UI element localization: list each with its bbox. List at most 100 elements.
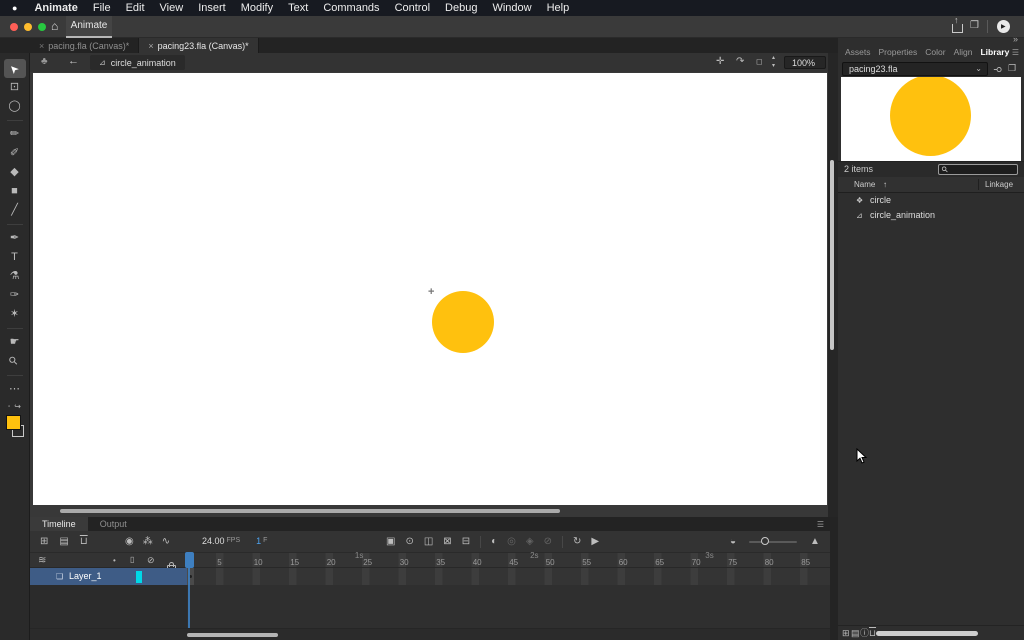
close-tab-icon[interactable]: ×	[148, 41, 153, 51]
paint-bucket-tool[interactable]: ⚗	[4, 267, 26, 286]
camera-icon[interactable]: ◉	[125, 537, 134, 547]
menu-item-file[interactable]: File	[93, 2, 111, 14]
layer-frames-track[interactable]	[187, 568, 830, 585]
document-tab[interactable]: ×pacing.fla (Canvas)*	[30, 38, 139, 53]
document-select[interactable]: pacing23.fla ⌄	[842, 62, 988, 76]
timeline-panel-menu-icon[interactable]: ☰	[817, 520, 824, 529]
eraser-tool[interactable]: ◆	[4, 163, 26, 182]
library-item[interactable]: ⊿circle_animation	[838, 208, 1024, 223]
library-search-input[interactable]: ⚲	[938, 164, 1018, 175]
frame-ruler[interactable]: 5101520253035404550556065707580851s2s3s	[187, 553, 830, 567]
library-scrollbar[interactable]	[876, 631, 978, 636]
slider-knob[interactable]	[761, 537, 769, 545]
new-library-panel-icon[interactable]: ❐	[1008, 63, 1016, 74]
workspace-icon[interactable]: ❐	[970, 20, 979, 31]
menu-item-help[interactable]: Help	[547, 2, 570, 14]
pin-library-icon[interactable]: ⚲	[992, 66, 1003, 73]
delete-icon[interactable]: ⊔	[80, 537, 88, 547]
yellow-circle-shape[interactable]	[432, 291, 494, 353]
column-name[interactable]: Name	[854, 177, 875, 192]
swap-arrow-icon[interactable]: ↪	[14, 402, 21, 411]
line-tool[interactable]: ╱	[4, 201, 26, 220]
menu-item-modify[interactable]: Modify	[241, 2, 273, 14]
step-down-icon[interactable]: ▾	[772, 62, 775, 70]
more-tools[interactable]: ⋯	[4, 380, 26, 399]
insert-blank-keyframe-icon[interactable]: ⊙	[405, 537, 413, 547]
home-icon[interactable]: ⌂	[51, 19, 58, 33]
menu-item-control[interactable]: Control	[395, 2, 430, 14]
column-linkage[interactable]: Linkage	[985, 177, 1013, 192]
lasso-tool[interactable]: ◯	[4, 97, 26, 116]
panel-tab-library[interactable]: Library	[980, 44, 1009, 60]
menu-item-text[interactable]: Text	[288, 2, 308, 14]
close-window-button[interactable]	[10, 23, 18, 31]
stage-vertical-scrollbar[interactable]	[830, 160, 834, 350]
text-tool[interactable]: T	[4, 248, 26, 267]
document-tab[interactable]: ×pacing23.fla (Canvas)*	[139, 38, 258, 53]
clip-content-icon[interactable]: ◻	[756, 57, 763, 66]
scene-icon[interactable]: ♣	[41, 56, 48, 67]
timeline-scrollbar[interactable]	[187, 633, 278, 637]
auto-keyframe-icon[interactable]: ⊠	[443, 537, 451, 547]
zoom-level-input[interactable]: 100%	[784, 56, 826, 69]
layer-name-cell[interactable]: ❏ Layer_1	[30, 568, 187, 585]
apple-menu-icon[interactable]: ●	[12, 3, 17, 13]
library-panel-menu-icon[interactable]: ☰	[1012, 48, 1019, 57]
zoom-stepper[interactable]: ▴ ▾	[772, 54, 775, 70]
onion-skin-outlines-icon[interactable]: ◎	[507, 537, 516, 547]
panel-tab-color[interactable]: Color	[925, 44, 945, 60]
back-button[interactable]: ←	[68, 55, 79, 67]
home-tab[interactable]: Animate	[66, 16, 112, 38]
rotate-tool-icon[interactable]: ↷	[736, 56, 744, 67]
onion-skin-icon[interactable]: ◐	[491, 537, 497, 547]
fps-value[interactable]: 24.00	[202, 536, 225, 546]
edit-multiple-frames-icon[interactable]: ◈	[526, 537, 534, 547]
fps-control[interactable]: 24.00FPS1F	[202, 536, 267, 546]
menu-item-edit[interactable]: Edit	[126, 2, 145, 14]
stage[interactable]: +	[33, 73, 827, 505]
timeline-tab-timeline[interactable]: Timeline	[30, 517, 88, 531]
new-folder-icon[interactable]: ▤	[59, 537, 68, 547]
outline-column-icon[interactable]: ▯	[130, 555, 134, 564]
eyedropper-tool[interactable]: ✑	[4, 286, 26, 305]
test-movie-button[interactable]: ▶	[997, 20, 1010, 33]
reset-timeline-zoom-icon[interactable]: ◒	[730, 537, 736, 547]
zoom-tool[interactable]: ⚲	[4, 352, 26, 371]
collapse-panels-icon[interactable]: »	[1013, 34, 1018, 44]
layer-parenting-icon[interactable]: ⁂	[143, 537, 153, 547]
hide-column-icon[interactable]: ⊘	[147, 555, 155, 566]
breadcrumb[interactable]: ⊿ circle_animation	[90, 55, 185, 70]
free-transform-tool[interactable]: ⊡	[4, 78, 26, 97]
new-symbol-icon[interactable]: ⊞	[842, 626, 850, 640]
panel-tab-properties[interactable]: Properties	[879, 44, 918, 60]
timeline-zoom-slider[interactable]	[749, 541, 797, 543]
panel-tab-align[interactable]: Align	[954, 44, 973, 60]
rectangle-tool[interactable]: ■	[4, 182, 26, 201]
classic-brush-tool[interactable]: ✐	[4, 144, 26, 163]
fill-color-swatch[interactable]	[6, 415, 21, 430]
menu-app-name[interactable]: Animate	[34, 2, 77, 14]
play-icon[interactable]: ▶	[591, 537, 599, 547]
properties-icon[interactable]: ⓘ	[860, 626, 869, 640]
center-stage-icon[interactable]: ✛	[716, 56, 724, 67]
graph-icon[interactable]: ∿	[162, 537, 170, 547]
asset-warp-tool[interactable]: ✶	[4, 305, 26, 324]
timeline-layer-row[interactable]: ❏ Layer_1	[30, 568, 830, 585]
zoom-window-button[interactable]	[38, 23, 46, 31]
minimize-window-button[interactable]	[24, 23, 32, 31]
swap-colors[interactable]: ▫↪	[8, 402, 21, 411]
column-divider[interactable]	[978, 179, 979, 190]
hand-tool[interactable]: ☛	[4, 333, 26, 352]
sort-ascending-icon[interactable]: ↑	[883, 177, 887, 192]
menu-item-window[interactable]: Window	[492, 2, 531, 14]
menu-item-debug[interactable]: Debug	[445, 2, 477, 14]
stroke-swatch-mini-icon[interactable]: ▫	[8, 404, 10, 410]
menu-item-insert[interactable]: Insert	[198, 2, 226, 14]
panel-tab-assets[interactable]: Assets	[845, 44, 871, 60]
library-item[interactable]: ❖circle	[838, 193, 1024, 208]
menu-item-commands[interactable]: Commands	[323, 2, 379, 14]
step-up-icon[interactable]: ▴	[772, 54, 775, 62]
close-tab-icon[interactable]: ×	[39, 41, 44, 51]
highlight-column-icon[interactable]: •	[113, 556, 116, 565]
share-icon[interactable]: ↑	[952, 24, 963, 33]
